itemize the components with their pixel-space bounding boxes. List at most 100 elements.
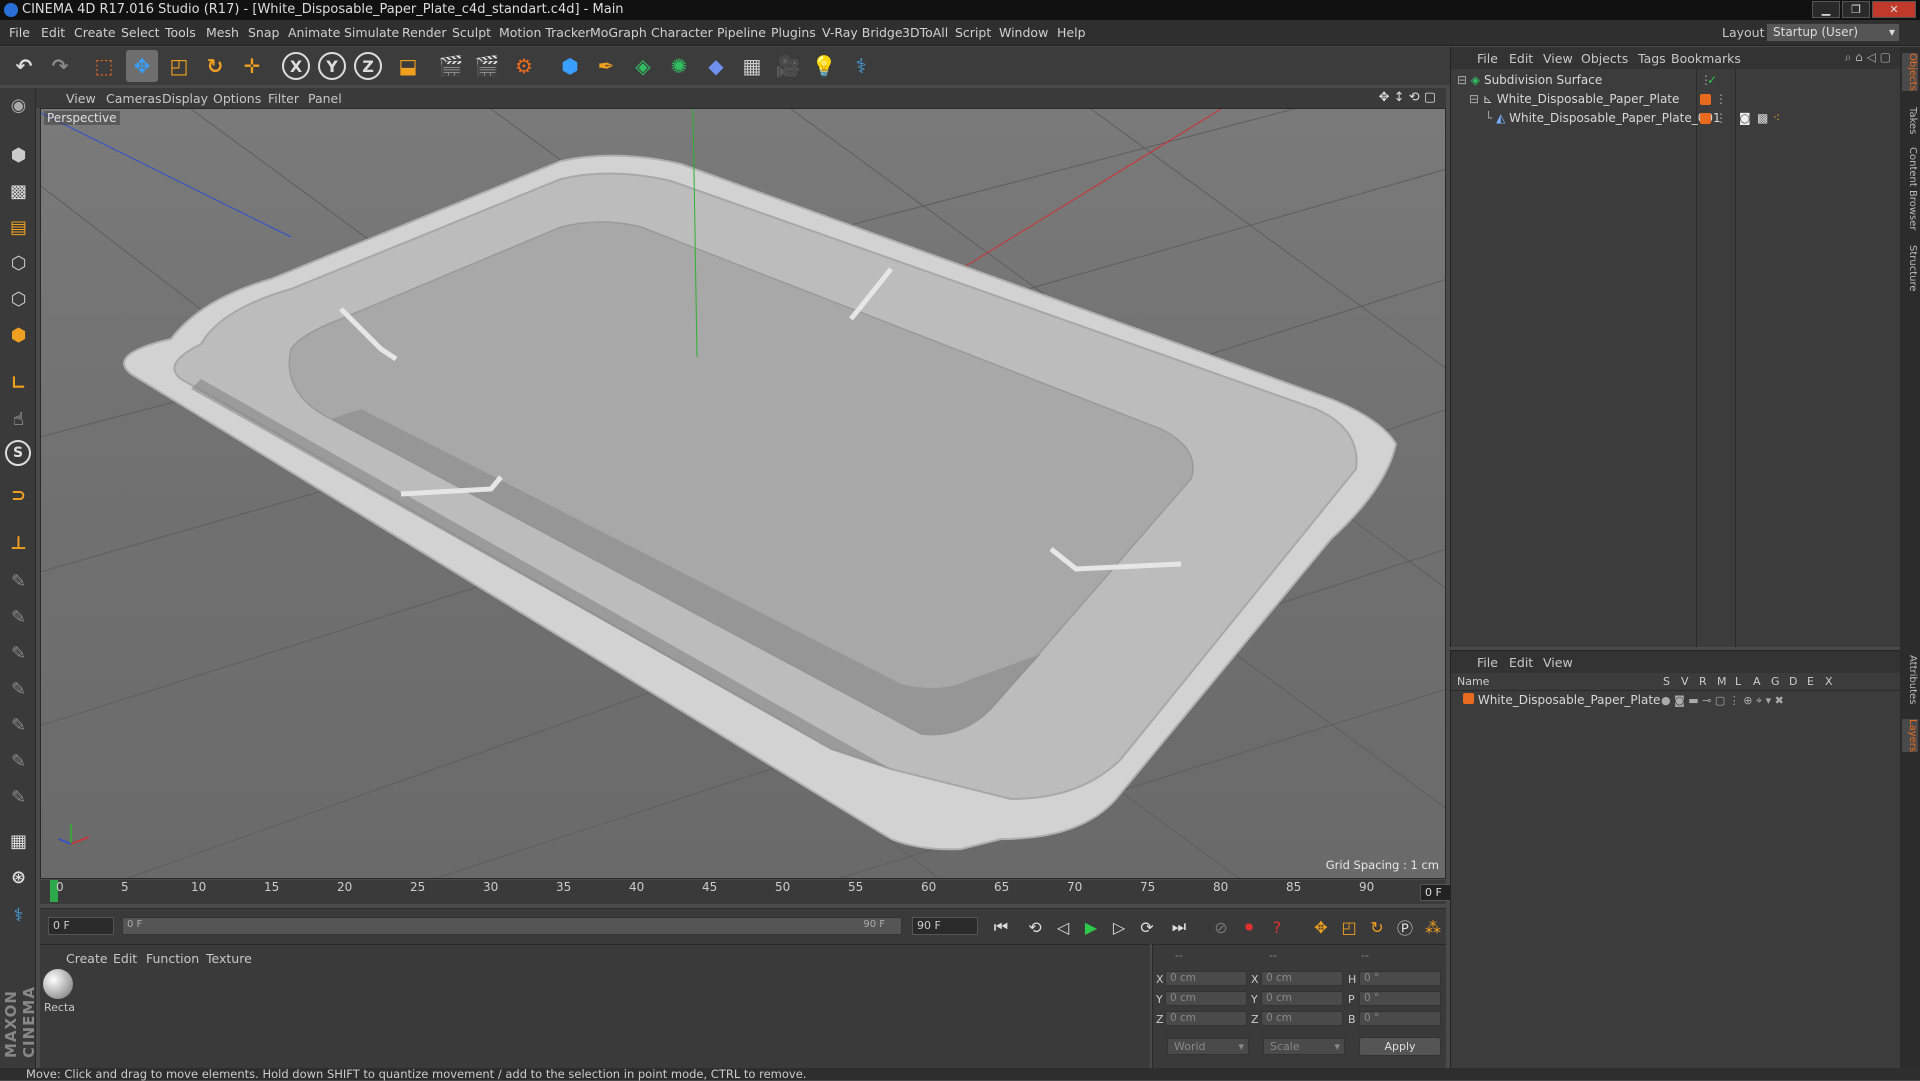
viewport-menu-panel[interactable]: Panel: [308, 91, 342, 106]
layer-color-icon[interactable]: [1700, 113, 1711, 124]
apply-button[interactable]: Apply: [1359, 1037, 1441, 1056]
coordinate-system-icon[interactable]: ⬓: [392, 50, 424, 82]
minimize-button[interactable]: ▁: [1812, 1, 1840, 18]
key-pla-icon[interactable]: ⁂: [1420, 914, 1446, 940]
texture-mode-icon[interactable]: ▩: [3, 176, 34, 207]
move-tool-icon[interactable]: ✥: [126, 50, 158, 82]
menu-motion-tracker[interactable]: Motion Tracker: [499, 25, 590, 40]
go-to-end-icon[interactable]: ⏭: [1166, 914, 1192, 940]
subdivision-generator-icon[interactable]: ◈: [627, 50, 659, 82]
scale-tool-icon[interactable]: ◰: [163, 50, 195, 82]
model-mode-icon[interactable]: ⬢: [3, 140, 34, 171]
objects-menu-bookmarks[interactable]: Bookmarks: [1671, 51, 1741, 66]
y-axis-lock-button[interactable]: Y: [318, 52, 346, 80]
key-rotation-icon[interactable]: ↻: [1364, 914, 1390, 940]
menu-edit[interactable]: Edit: [41, 25, 65, 40]
go-to-start-icon[interactable]: ⏮: [988, 914, 1014, 940]
deformer-icon[interactable]: ◆: [700, 50, 732, 82]
menu-tools[interactable]: Tools: [165, 25, 196, 40]
workplane-mode-icon[interactable]: ▤: [3, 212, 34, 243]
coordinate-mode-select[interactable]: Scale ▾: [1263, 1038, 1345, 1055]
objects-menu-view[interactable]: View: [1543, 51, 1573, 66]
position-y-field[interactable]: 0 cm: [1165, 991, 1247, 1006]
previous-keyframe-icon[interactable]: ⟲: [1022, 914, 1048, 940]
sculpt-inflate-icon[interactable]: ✎: [3, 710, 34, 741]
next-keyframe-icon[interactable]: ⟳: [1134, 914, 1160, 940]
sculpt-grab-icon[interactable]: ✎: [3, 746, 34, 777]
z-axis-lock-button[interactable]: Z: [354, 52, 382, 80]
position-z-field[interactable]: 0 cm: [1165, 1011, 1247, 1026]
material-menu-edit[interactable]: Edit: [113, 951, 137, 966]
points-mode-icon[interactable]: ⬡: [3, 248, 34, 279]
size-z-field[interactable]: 0 cm: [1261, 1011, 1343, 1026]
frame-range-slider[interactable]: 0 F 90 F: [122, 917, 902, 935]
viewport-menu-filter[interactable]: Filter: [268, 91, 299, 106]
menu-pipeline[interactable]: Pipeline: [717, 25, 766, 40]
material-swatch-icon[interactable]: [43, 969, 73, 999]
render-view-icon[interactable]: 🎬: [435, 50, 467, 82]
tab-layers[interactable]: Layers: [1902, 719, 1918, 753]
tab-attributes[interactable]: Attributes: [1902, 655, 1918, 704]
polygons-mode-icon[interactable]: ⬢: [3, 320, 34, 351]
menu-sculpt[interactable]: Sculpt: [452, 25, 491, 40]
camera-icon[interactable]: 🎥: [772, 50, 804, 82]
render-picture-viewer-icon[interactable]: 🎬: [471, 50, 503, 82]
sculpt-smooth-icon[interactable]: ✎: [3, 638, 34, 669]
menu-plugins[interactable]: Plugins: [771, 25, 816, 40]
layers-menu-view[interactable]: View: [1543, 655, 1573, 670]
material-menu-function[interactable]: Function: [146, 951, 199, 966]
layers-menu-edit[interactable]: Edit: [1509, 655, 1533, 670]
layer-row[interactable]: White_Disposable_Paper_Plate ● ◙ ▬ ⊸ ▢ ⋮…: [1451, 691, 1901, 710]
mograph-cloner-icon[interactable]: ✺: [663, 50, 695, 82]
rotation-b-field[interactable]: 0 °: [1359, 1011, 1441, 1026]
light-icon[interactable]: 💡: [808, 50, 840, 82]
uvw-tag-icon[interactable]: ▩: [1757, 109, 1768, 128]
layout-select[interactable]: Startup (User) ▾: [1766, 23, 1900, 42]
menu-animate[interactable]: Animate: [288, 25, 340, 40]
end-frame-field[interactable]: 90 F: [912, 917, 978, 935]
menu-select[interactable]: Select: [121, 25, 160, 40]
redo-icon[interactable]: ↷: [44, 50, 76, 82]
menu-render[interactable]: Render: [402, 25, 447, 40]
layer-color-icon[interactable]: [1463, 693, 1474, 704]
material-name[interactable]: Recta: [44, 1001, 75, 1014]
key-position-icon[interactable]: ✥: [1308, 914, 1334, 940]
menu-simulate[interactable]: Simulate: [344, 25, 399, 40]
sculpt-pull-icon[interactable]: ✎: [3, 566, 34, 597]
phong-tag-icon[interactable]: ⁖: [1773, 109, 1780, 128]
object-row[interactable]: ⊟ ◈ Subdivision Surface ⋮ ✓: [1451, 71, 1901, 90]
viewport-menu-options[interactable]: Options: [213, 91, 261, 106]
layer-color-icon[interactable]: [1700, 94, 1711, 105]
size-x-field[interactable]: 0 cm: [1261, 971, 1343, 986]
axis-mode-icon[interactable]: ∟: [3, 368, 34, 399]
keyframe-selection-icon[interactable]: ?: [1264, 914, 1290, 940]
viewport-menu-view[interactable]: View: [66, 91, 96, 106]
coordinate-space-select[interactable]: World ▾: [1167, 1038, 1249, 1055]
undo-icon[interactable]: ↶: [8, 50, 40, 82]
menu-create[interactable]: Create: [74, 25, 116, 40]
sculpt-brush-icon[interactable]: ✎: [3, 602, 34, 633]
material-menu-texture[interactable]: Texture: [206, 951, 252, 966]
position-x-field[interactable]: 0 cm: [1165, 971, 1247, 986]
key-parameter-icon[interactable]: Ⓟ: [1392, 914, 1418, 940]
tab-content-browser[interactable]: Content Browser: [1902, 147, 1918, 230]
python-generator-icon[interactable]: ⚕: [3, 900, 34, 931]
objects-menu-edit[interactable]: Edit: [1509, 51, 1533, 66]
workplane-icon[interactable]: ⊥: [3, 528, 34, 559]
checker-grid-icon[interactable]: ▦: [3, 826, 34, 857]
object-row[interactable]: ⊟ ⊾ White_Disposable_Paper_Plate ⋮: [1451, 90, 1901, 109]
sculpt-flatten-icon[interactable]: ✎: [3, 674, 34, 705]
previous-frame-icon[interactable]: ◁: [1050, 914, 1076, 940]
menu-character[interactable]: Character: [651, 25, 713, 40]
object-row[interactable]: └ ◭ White_Disposable_Paper_Plate_001 ⋮ ◙…: [1451, 109, 1901, 128]
objects-menu-tags[interactable]: Tags: [1638, 51, 1666, 66]
live-selection-icon[interactable]: ⬚: [88, 50, 120, 82]
rotation-p-field[interactable]: 0 °: [1359, 991, 1441, 1006]
make-editable-icon[interactable]: ◉: [3, 90, 34, 121]
menu-vray-bridge[interactable]: V-Ray Bridge: [822, 25, 903, 40]
objects-menu-file[interactable]: File: [1477, 51, 1498, 66]
sculpt-knife-icon[interactable]: ✎: [3, 782, 34, 813]
expand-icon[interactable]: ⊟: [1457, 73, 1467, 87]
viewport-navigation-icon[interactable]: ✥ ↕ ⟲ ▢: [1379, 90, 1436, 105]
menu-mesh[interactable]: Mesh: [206, 25, 239, 40]
